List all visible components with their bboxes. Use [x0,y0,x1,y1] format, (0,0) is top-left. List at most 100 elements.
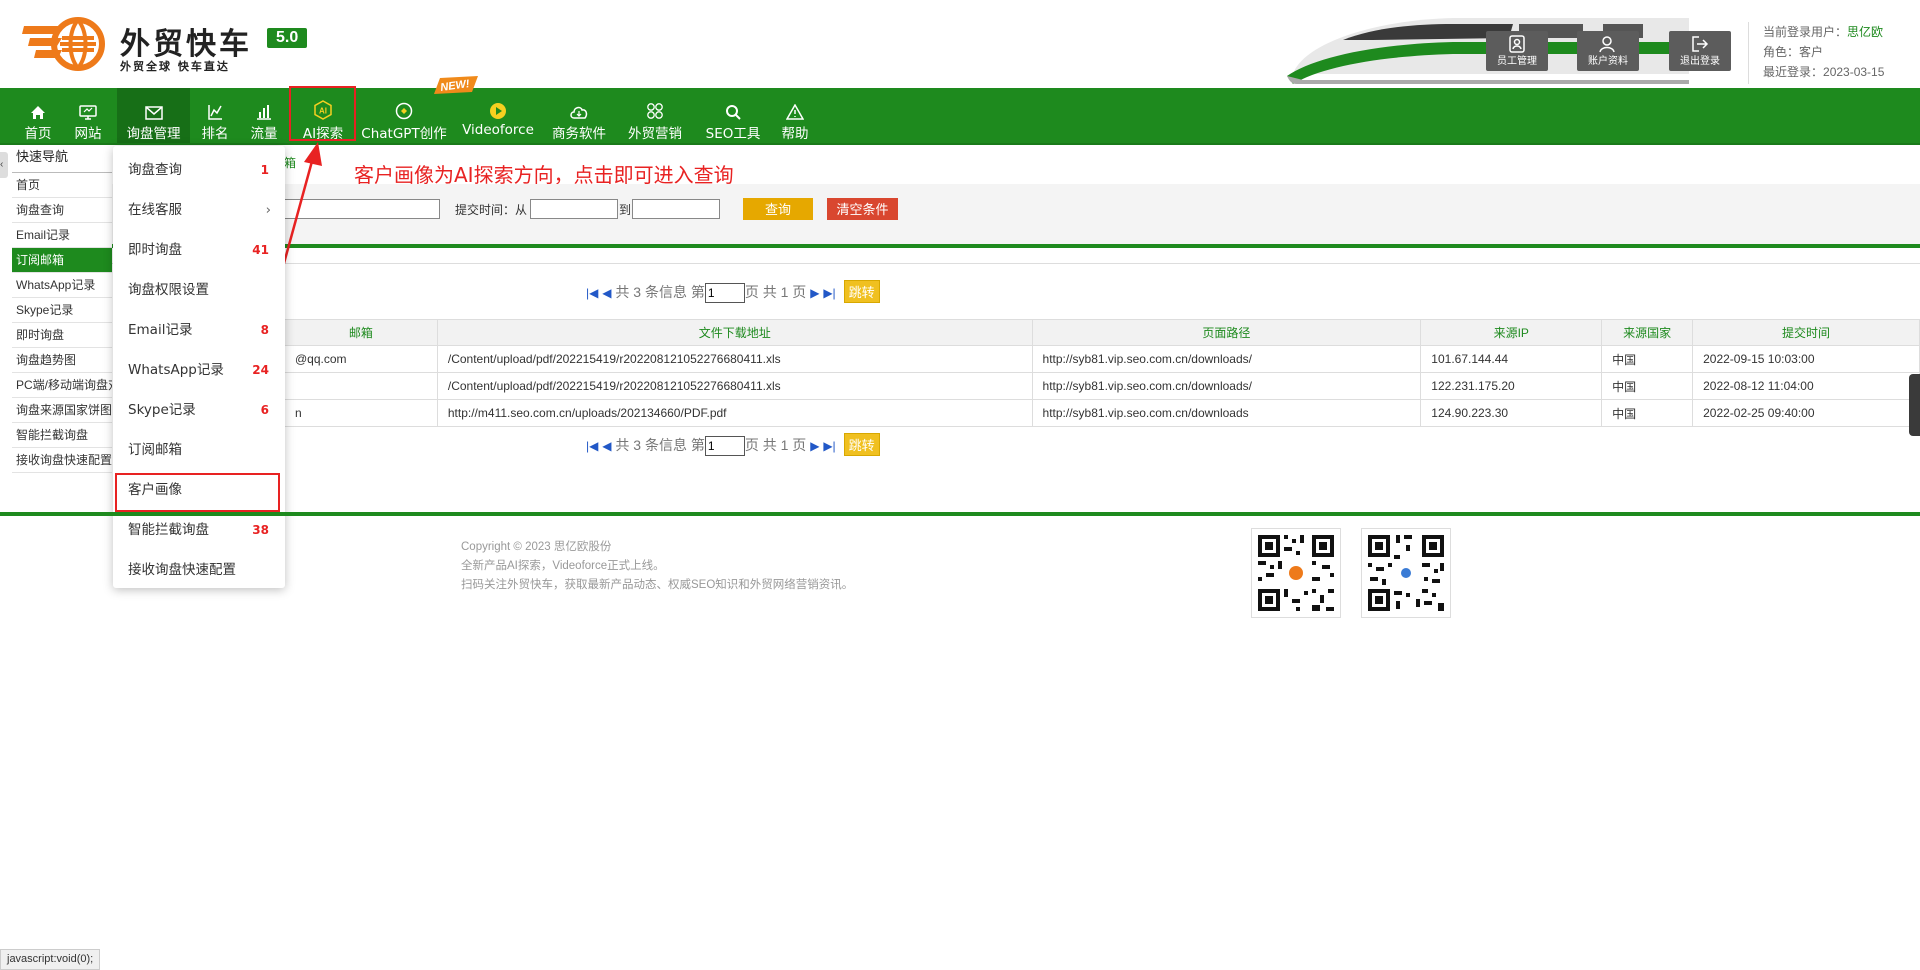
main-nav: 首页 网站 询盘管理 排名 流量 AI AI探索 ChatGPT创作 Video… [0,88,1920,145]
menu-item-subscribe-email[interactable]: 订阅邮箱 [113,430,285,470]
sidebar-item-pc-mobile[interactable]: PC端/移动端询盘对比 [12,373,112,398]
menu-item-label: 智能拦截询盘 [128,522,209,538]
sidebar-item-home[interactable]: 首页 [12,173,112,198]
page-number-input[interactable] [704,283,745,304]
sidebar-item-email-log[interactable]: Email记录 [12,223,112,248]
user-info-panel: 当前登录用户：思亿欧 角色：客户 最近登录：2023-03-15 [1748,22,1884,84]
menu-item-quick-config[interactable]: 接收询盘快速配置 [113,550,285,590]
inquiry-dropdown-menu: 询盘查询 1 在线客服 › 即时询盘 41 询盘权限设置 Email记录 8 Whats… [113,146,285,588]
nav-item-inquiry[interactable]: 询盘管理 [117,88,190,143]
account-icon [1599,36,1615,53]
menu-item-label: 订阅邮箱 [128,442,182,458]
side-widget-handle[interactable] [1909,374,1920,436]
brand-slogan: 外贸全球 快车直达 [120,60,230,73]
menu-item-inquiry-permissions[interactable]: 询盘权限设置 [113,270,285,310]
nav-label-inquiry: 询盘管理 [126,126,181,142]
first-page-icon[interactable]: |◀ [586,286,598,300]
sidebar-item-instant-inquiry[interactable]: 即时询盘 [12,323,112,348]
page-number-input[interactable] [704,436,745,457]
last-page-icon[interactable]: ▶| [823,286,835,300]
mail-icon [144,106,163,120]
menu-item-label: 询盘权限设置 [128,282,209,298]
sidebar-item-inquiry-trend[interactable]: 询盘趋势图 [12,348,112,373]
cell-file-url[interactable]: /Content/upload/pdf/202215419/r202208121… [436,372,1033,400]
cell-file-url[interactable]: http://m411.seo.com.cn/uploads/202134660… [436,399,1033,427]
account-info-button[interactable]: 账户资料 [1577,31,1639,71]
sidebar-item-skype-log[interactable]: Skype记录 [12,298,112,323]
go-button[interactable]: 跳转 [843,280,880,303]
go-button[interactable]: 跳转 [843,433,880,456]
last-page-icon[interactable]: ▶| [823,439,835,453]
query-button[interactable]: 查询 [743,198,813,220]
sidebar-collapse-toggle[interactable]: ‹ [0,152,8,178]
chatgpt-icon [395,102,413,120]
prev-page-icon[interactable]: ◀ [602,439,611,453]
ranking-icon [208,105,222,120]
logout-button[interactable]: 退出登录 [1669,31,1731,71]
menu-item-inquiry-query[interactable]: 询盘查询 1 [113,150,285,190]
sidebar-item-smart-block[interactable]: 智能拦截询盘 [12,423,112,448]
time-from-input[interactable] [530,199,618,219]
menu-item-smart-block[interactable]: 智能拦截询盘 38 [113,510,285,550]
nav-item-seo-tools[interactable]: SEO工具 [703,88,763,143]
first-page-icon[interactable]: |◀ [586,439,598,453]
nav-item-website[interactable]: 网站 [68,88,108,143]
pager-total-text: 共 3 条信息 第 [615,284,705,300]
bar-chart-icon [257,105,271,120]
logo-mark-icon [22,17,105,71]
nav-item-traffic[interactable]: 流量 [246,88,282,143]
menu-item-whatsapp-log[interactable]: WhatsApp记录 24 [113,350,285,390]
account-info-label: 账户资料 [1588,56,1628,67]
count-badge: 6 [260,403,269,417]
staff-icon [1509,35,1525,53]
brand-logo[interactable]: 外贸快车 5.0 外贸全球 快车直达 [22,16,312,76]
count-badge: 41 [252,243,269,257]
nav-item-marketing[interactable]: 外贸营销 [625,88,685,143]
time-to-input[interactable] [632,199,720,219]
version-badge: 5.0 [267,28,308,48]
next-page-icon[interactable]: ▶ [810,439,819,453]
menu-item-instant-inquiry[interactable]: 即时询盘 41 [113,230,285,270]
sidebar-item-whatsapp-log[interactable]: WhatsApp记录 [12,273,112,298]
count-badge: 38 [252,523,269,537]
sidebar-item-quick-config[interactable]: 接收询盘快速配置 [12,448,112,473]
browser-status-bar: javascript:void(0); [0,949,101,970]
menu-item-skype-log[interactable]: Skype记录 6 [113,390,285,430]
cell-page-path[interactable]: http://syb81.vip.seo.com.cn/downloads/ [1031,372,1422,400]
cell-page-path[interactable]: http://syb81.vip.seo.com.cn/downloads/ [1031,345,1422,373]
apps-icon [647,103,663,119]
staff-management-button[interactable]: 员工管理 [1486,31,1548,71]
cell-file-url[interactable]: /Content/upload/pdf/202215419/r202208121… [436,345,1033,373]
nav-item-home[interactable]: 首页 [18,88,58,143]
cell-page-path[interactable]: http://syb81.vip.seo.com.cn/downloads [1031,399,1422,427]
col-header-source-ip: 来源IP [1420,319,1603,346]
current-user-label: 当前登录用户： [1763,25,1848,39]
menu-item-online-service[interactable]: 在线客服 › [113,190,285,230]
menu-item-email-log[interactable]: Email记录 8 [113,310,285,350]
nav-label-help: 帮助 [781,126,809,142]
copyright: Copyright © 2023 思亿欧股份 [461,541,612,553]
qr-code-icon [1368,535,1444,611]
sidebar-item-country-pie[interactable]: 询盘来源国家饼图 [12,398,112,423]
prev-page-icon[interactable]: ◀ [602,286,611,300]
search-icon [726,105,741,120]
warning-icon [786,104,804,120]
next-page-icon[interactable]: ▶ [810,286,819,300]
cell-source-ip: 124.90.223.30 [1420,399,1603,427]
footer-line-2: 全新产品AI探索，Videoforce正式上线。 [461,560,665,572]
cell-country: 中国 [1601,372,1694,400]
nav-item-ranking[interactable]: 排名 [197,88,233,143]
nav-item-help[interactable]: 帮助 [775,88,815,143]
filter-bar: 提交时间：从 到 查询 清空条件 [112,184,1920,248]
nav-label-website: 网站 [74,126,102,142]
clear-conditions-button[interactable]: 清空条件 [827,198,898,220]
nav-label-seo-tools: SEO工具 [705,126,761,142]
table-row: @qq.com /Content/upload/pdf/202215419/r2… [284,345,1920,373]
menu-item-label: 即时询盘 [128,242,182,258]
sidebar-item-inquiry-query[interactable]: 询盘查询 [12,198,112,223]
last-login-label: 最近登录： [1763,65,1824,79]
col-header-submit-time: 提交时间 [1692,319,1920,346]
sidebar-item-subscribe-email[interactable]: 订阅邮箱 [12,248,112,273]
nav-item-business-software[interactable]: 商务软件 [549,88,609,143]
nav-label-home: 首页 [24,126,52,142]
